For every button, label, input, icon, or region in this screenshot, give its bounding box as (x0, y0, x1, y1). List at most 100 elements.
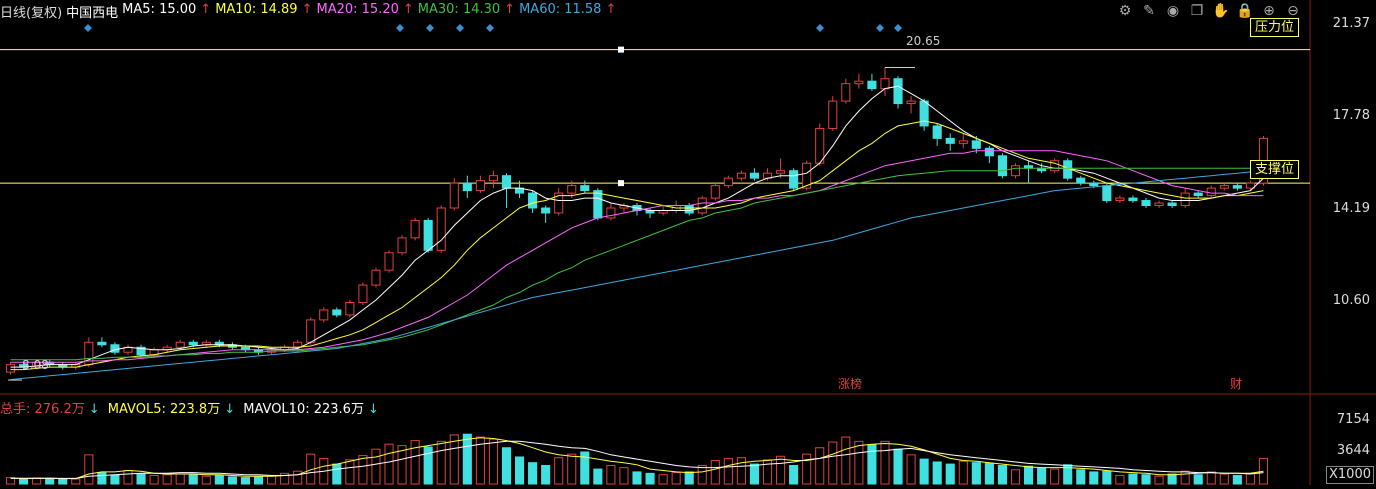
candle-body (789, 170, 799, 189)
volume-bar (240, 477, 250, 485)
volume-legend: 总手: 276.2万 ↓ MAVOL5: 223.8万 ↓ MAVOL10: 223… (0, 398, 383, 417)
candle-body (919, 100, 929, 127)
candle-body (906, 100, 916, 105)
volume-bar (293, 470, 303, 485)
volume-bar (567, 453, 577, 485)
price-tick: 14.19 (1332, 201, 1370, 216)
mavol5-arrow: ↓ (224, 402, 236, 417)
draw-line-icon[interactable]: ✎ (1140, 2, 1158, 20)
ma20-text: MA20: 15.20 (316, 2, 399, 17)
volume-bar (1128, 473, 1138, 485)
candle-body (488, 175, 498, 182)
volume-bar (71, 478, 81, 485)
volume-bar (84, 454, 94, 485)
resistance-tag[interactable]: 压力位 (1250, 18, 1300, 37)
event-diamond-icon (426, 24, 434, 32)
volume-bar (162, 474, 172, 485)
candle-body (997, 155, 1007, 177)
candle-body (697, 197, 707, 214)
candle-body (593, 190, 603, 219)
volume-bar (384, 443, 394, 485)
eye-icon[interactable]: ◉ (1164, 2, 1182, 20)
candle-body (541, 207, 551, 214)
candle-body (749, 172, 760, 179)
ma10-value: MA10: 14.89 ↑ (215, 2, 312, 20)
ma10-line (10, 120, 1264, 371)
candle-body (501, 175, 512, 189)
event-diamond-icon (894, 24, 902, 32)
volume-bar (1102, 470, 1112, 485)
candle-body (1141, 200, 1151, 207)
volume-bar (514, 456, 525, 485)
low-price-label: 8.08 (22, 358, 49, 372)
volume-bar (841, 436, 851, 485)
volume-bar (1206, 471, 1216, 485)
volume-bar (149, 474, 159, 485)
volume-bar (1076, 469, 1086, 485)
event-marker-limit[interactable]: 涨榜 (838, 375, 862, 392)
volume-bar (267, 474, 277, 485)
ma5-arrow: ↑ (200, 2, 212, 17)
event-diamond-icon (456, 24, 464, 32)
candle-body (736, 172, 746, 179)
volume-bar (658, 474, 668, 485)
settings-icon[interactable]: ⚙ (1116, 2, 1134, 20)
resistance-pin (618, 46, 624, 53)
price-tick: 21.37 (1332, 16, 1370, 31)
volume-bar (645, 472, 655, 485)
event-diamond-icon (396, 24, 404, 32)
mavol10-value: MAVOL10: 223.6万 ↓ (243, 402, 379, 417)
volume-unit-label[interactable]: X1000 (1326, 466, 1374, 484)
candle-body (958, 140, 968, 144)
volume-bar (1024, 465, 1034, 485)
ma60-arrow: ↑ (605, 2, 617, 17)
volume-bar (749, 463, 760, 485)
volume-bar (606, 465, 616, 485)
copy-icon[interactable]: ❐ (1188, 2, 1206, 20)
candle-body (175, 341, 185, 348)
mavol5-value: MAVOL5: 223.8万 ↓ (108, 402, 235, 417)
volume-bar (253, 476, 264, 485)
candle-body (384, 252, 394, 271)
hand-icon[interactable]: ✋ (1212, 2, 1230, 20)
candle-body (1089, 182, 1099, 187)
volume-bar (1232, 474, 1242, 485)
period-label[interactable]: 日线(复权) (0, 2, 62, 21)
candle-body (945, 137, 955, 144)
volume-bar (723, 457, 733, 485)
volume-bar (815, 447, 825, 485)
volume-bar (919, 458, 929, 485)
candle-body (345, 301, 355, 316)
support-tag[interactable]: 支撑位 (1250, 160, 1300, 179)
volume-bar (619, 467, 629, 485)
ma20-arrow: ↑ (402, 2, 414, 17)
volume-bar (501, 447, 512, 485)
volume-bar (19, 478, 29, 485)
ma10-text: MA10: 14.89 (215, 2, 298, 17)
candle-body (1154, 202, 1164, 207)
price-tick: 10.60 (1332, 293, 1370, 308)
mavol10-text: MAVOL10: 223.6万 (243, 402, 364, 417)
candle-body (1076, 177, 1086, 184)
ma30-arrow: ↑ (504, 2, 516, 17)
volume-bar (488, 438, 498, 485)
candle-body (580, 185, 590, 192)
candle-body (1180, 192, 1190, 207)
volume-bar (371, 448, 381, 485)
volume-bar (201, 475, 211, 485)
volume-bar (958, 460, 968, 485)
volume-bar (136, 473, 146, 485)
candle-body (684, 205, 694, 214)
volume-bar (45, 477, 55, 485)
candle-body (5, 364, 16, 373)
event-diamond-icon (876, 24, 884, 32)
candle-body (867, 80, 877, 90)
volume-bar (1180, 470, 1190, 485)
volume-bar (945, 463, 955, 485)
volume-bar (1037, 467, 1047, 485)
volume-bar (802, 453, 812, 485)
volume-bar (789, 465, 799, 485)
event-marker-finance[interactable]: 财 (1230, 375, 1242, 392)
volume-bar (1010, 469, 1021, 485)
volume-bar (697, 465, 707, 485)
